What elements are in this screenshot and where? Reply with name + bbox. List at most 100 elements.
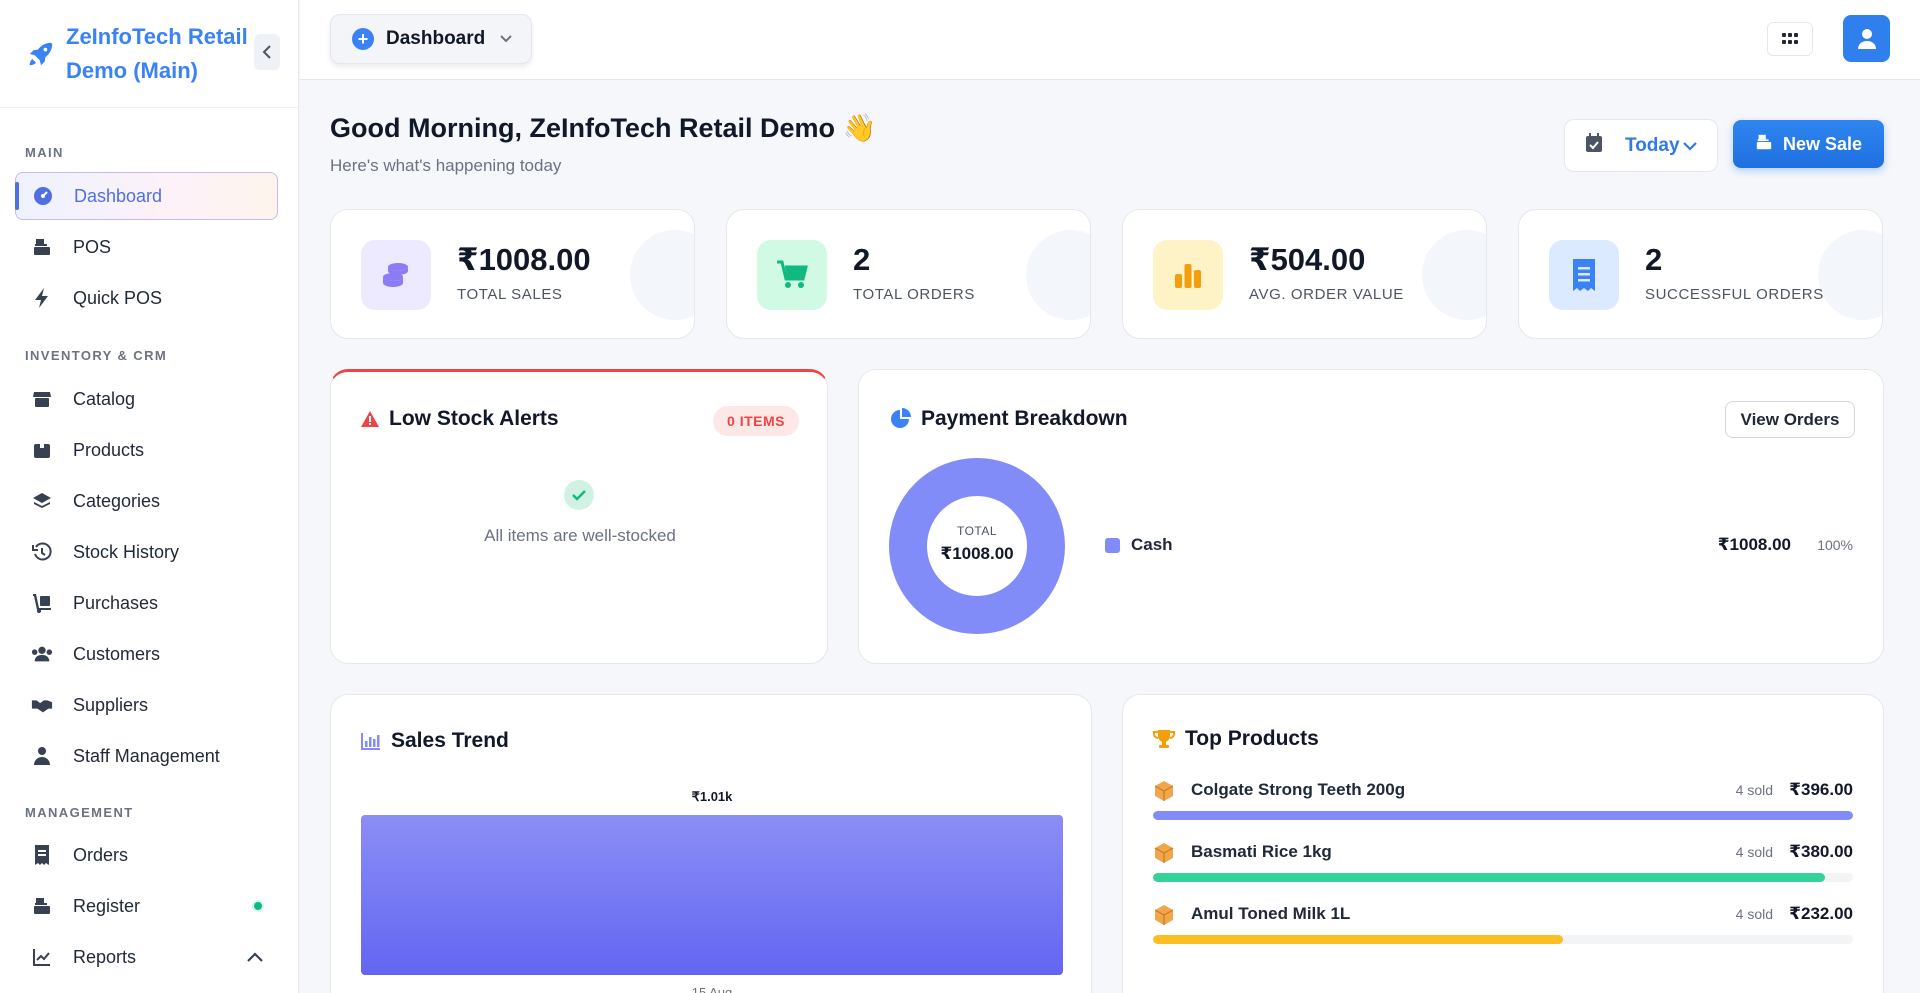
product-name: Colgate Strong Teeth 200g <box>1191 780 1406 799</box>
sidebar-item-label: Orders <box>73 844 129 865</box>
sidebar-item-catalog[interactable]: Catalog <box>15 375 278 423</box>
package-icon <box>1154 905 1174 925</box>
top-products-title-text: Top Products <box>1185 727 1319 750</box>
topbar: + Dashboard <box>300 0 1920 80</box>
grid-icon <box>1782 33 1798 44</box>
sidebar-item-label: Quick POS <box>73 287 163 308</box>
sidebar-item-orders[interactable]: Orders <box>15 831 278 879</box>
sidebar-item-label: Categories <box>73 490 161 511</box>
stat-value: ₹504.00 <box>1249 242 1366 277</box>
sales-trend-chart: ₹1.01k 15 Aug <box>361 789 1063 993</box>
receipt-icon <box>31 844 53 866</box>
product-amount: ₹380.00 <box>1789 842 1853 861</box>
plus-circle-icon: + <box>352 28 374 50</box>
page-subtitle: Here's what's happening today <box>330 156 562 175</box>
sidebar-item-pos[interactable]: POS <box>15 223 278 271</box>
stat-label: AVG. ORDER VALUE <box>1249 286 1404 303</box>
dashboard-dropdown[interactable]: + Dashboard <box>330 14 532 64</box>
legend-percent-cash: 100% <box>1817 537 1853 553</box>
sidebar-item-categories[interactable]: Categories <box>15 477 278 525</box>
stat-label: TOTAL SALES <box>457 286 563 303</box>
product-sold: 4 sold <box>1735 782 1773 798</box>
sidebar-item-stock-history[interactable]: Stock History <box>15 528 278 576</box>
sidebar-item-label: Suppliers <box>73 694 149 715</box>
product-progress-fill <box>1153 811 1853 820</box>
chevron-up-icon <box>246 947 264 968</box>
product-name: Amul Toned Milk 1L <box>1191 904 1351 923</box>
chevron-down-icon <box>1682 135 1698 157</box>
sidebar-item-dashboard[interactable]: Dashboard <box>15 172 278 220</box>
sidebar-item-label: Register <box>73 895 141 916</box>
sidebar-item-customers[interactable]: Customers <box>15 630 278 678</box>
sidebar-item-products[interactable]: Products <box>15 426 278 474</box>
sidebar-item-register[interactable]: Register <box>15 882 278 930</box>
package-icon <box>1154 843 1174 863</box>
section-label-inventory: INVENTORY & CRM <box>25 348 168 363</box>
bar-15-aug <box>361 815 1063 975</box>
stat-value: 2 <box>1645 242 1663 277</box>
sidebar-item-label: Catalog <box>73 388 136 409</box>
new-sale-label: New Sale <box>1782 133 1863 154</box>
stat-card-avg-order-value: ₹504.00 AVG. ORDER VALUE <box>1122 209 1487 339</box>
sidebar-item-label: POS <box>73 236 112 257</box>
stat-card-total-sales: ₹1008.00 TOTAL SALES <box>330 209 695 339</box>
product-amount: ₹232.00 <box>1789 904 1853 923</box>
calendar-icon <box>1585 132 1603 159</box>
dolly-icon <box>31 592 53 614</box>
sidebar-item-purchases[interactable]: Purchases <box>15 579 278 627</box>
donut-total-label: TOTAL <box>956 524 998 538</box>
rocket-icon <box>29 42 53 65</box>
store-icon <box>31 388 53 410</box>
user-icon <box>1857 28 1876 49</box>
donut-total-value: ₹1008.00 <box>940 544 1014 563</box>
stat-value: ₹1008.00 <box>457 242 591 277</box>
product-progress-track <box>1153 811 1853 820</box>
list-item[interactable]: Basmati Rice 1kg 4 sold ₹380.00 <box>1153 838 1853 888</box>
box-icon <box>31 439 53 461</box>
product-progress-track <box>1153 935 1853 944</box>
low-stock-title-text: Low Stock Alerts <box>389 407 559 430</box>
brand: ZeInfoTech Retail Demo (Main) <box>0 0 298 108</box>
dashboard-dropdown-label: Dashboard <box>386 28 486 49</box>
stat-label: SUCCESSFUL ORDERS <box>1645 286 1824 303</box>
product-progress-fill <box>1153 873 1825 882</box>
legend-label-cash: Cash <box>1131 535 1173 554</box>
sidebar-item-label: Customers <box>73 643 161 664</box>
coins-icon <box>361 240 431 310</box>
new-sale-button[interactable]: New Sale <box>1733 120 1884 168</box>
product-sold: 4 sold <box>1735 906 1773 922</box>
section-label-main: MAIN <box>25 145 64 160</box>
bar-data-label: ₹1.01k <box>692 789 734 804</box>
layers-icon <box>31 490 53 512</box>
sidebar-item-staff-management[interactable]: Staff Management <box>15 732 278 780</box>
apps-grid-button[interactable] <box>1767 22 1813 56</box>
payment-breakdown-title-text: Payment Breakdown <box>921 407 1128 430</box>
product-progress-fill <box>1153 935 1564 944</box>
gauge-icon <box>32 185 54 207</box>
chevron-down-icon <box>499 28 513 50</box>
bolt-icon <box>31 287 53 309</box>
low-stock-message: All items are well-stocked <box>484 526 676 545</box>
history-icon <box>31 541 53 563</box>
collapse-sidebar-button[interactable] <box>254 34 280 70</box>
payment-breakdown-title: Payment Breakdown <box>889 407 1128 431</box>
sidebar-item-quick-pos[interactable]: Quick POS <box>15 274 278 322</box>
user-menu-button[interactable] <box>1843 15 1890 62</box>
sidebar-item-suppliers[interactable]: Suppliers <box>15 681 278 729</box>
status-dot <box>252 900 264 912</box>
date-range-button[interactable]: Today <box>1564 119 1718 172</box>
list-item[interactable]: Amul Toned Milk 1L 4 sold ₹232.00 <box>1153 900 1853 950</box>
chevron-left-icon <box>262 45 271 59</box>
cash-register-icon <box>1755 133 1773 156</box>
view-orders-button[interactable]: View Orders <box>1725 401 1855 438</box>
line-chart-icon <box>31 946 53 968</box>
low-stock-title: Low Stock Alerts <box>361 407 559 431</box>
stat-value: 2 <box>853 242 871 277</box>
brand-name: ZeInfoTech Retail Demo (Main) <box>66 23 248 83</box>
product-amount: ₹396.00 <box>1789 780 1853 799</box>
product-progress-track <box>1153 873 1853 882</box>
list-item[interactable]: Colgate Strong Teeth 200g 4 sold ₹396.00 <box>1153 776 1853 826</box>
section-label-management: MANAGEMENT <box>25 805 134 820</box>
sidebar-item-reports[interactable]: Reports <box>15 933 278 981</box>
sidebar-item-label: Products <box>73 439 145 460</box>
